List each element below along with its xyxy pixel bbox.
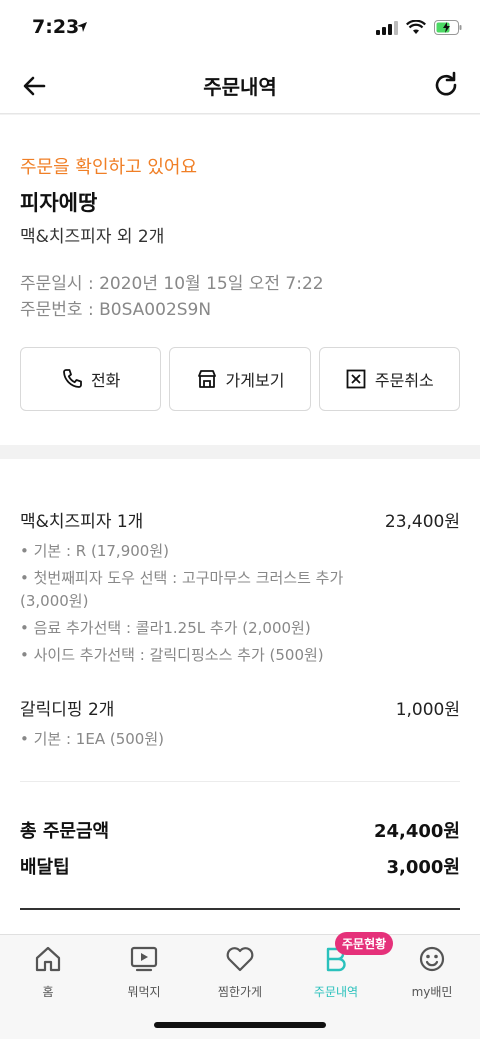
tab-label: 홈 [42,985,54,999]
home-icon [35,946,61,972]
status-time: 7:23 [32,16,80,38]
cellular-signal-icon [376,20,398,35]
cancel-order-button[interactable]: 주문취소 [318,347,460,411]
cancel-box-icon [346,369,366,389]
cancel-order-button-label: 주문취소 [374,371,434,390]
tab-my-baemin[interactable]: my배민 [384,943,480,1000]
location-arrow-icon [77,22,87,32]
totals-separator [20,781,460,782]
status-icons [376,20,462,35]
tab-home[interactable]: 홈 [0,943,96,1000]
order-meta: 주문일시 : 2020년 10월 15일 오전 7:22 주문번호 : B0SA… [20,271,324,323]
tab-what-to-eat[interactable]: 뭐먹지 [96,943,192,1000]
smile-icon [419,946,445,972]
item-name: 맥&치즈피자 1개 [20,512,144,532]
order-datetime: 주문일시 : 2020년 10월 15일 오전 7:22 [20,274,324,294]
order-total-label: 총 주문금액 [20,821,110,842]
item-name: 갈릭디핑 2개 [20,700,115,720]
tab-favorites[interactable]: 찜한가게 [192,943,288,1000]
delivery-tip-row: 배달팁 3,000원 [20,853,460,879]
tab-label: 뭐먹지 [127,985,161,999]
status-bar: 7:23 [0,0,480,56]
play-icon [130,946,158,972]
item-options: • 기본 : 1EA (500원) [20,726,460,753]
call-button-label: 전화 [90,371,121,390]
order-status-badge[interactable]: 주문현황 [335,932,394,955]
bottom-divider [20,908,460,910]
tab-label: 찜한가게 [217,985,263,999]
section-divider [0,445,480,459]
order-items-summary: 맥&치즈피자 외 2개 [20,227,165,247]
item-price: 23,400원 [384,512,460,532]
wifi-icon [406,20,426,34]
item-options: • 기본 : R (17,900원) • 첫번째피자 도우 선택 : 고구마무스… [20,538,460,669]
order-item: 맥&치즈피자 1개 23,400원 • 기본 : R (17,900원) • 첫… [20,507,460,669]
page-title: 주문내역 [203,75,277,99]
tab-label: my배민 [411,985,453,999]
item-option: • 첫번째피자 도우 선택 : 고구마무스 크러스트 추가 (3,000원) [20,569,344,610]
order-total-value: 24,400원 [373,821,460,842]
phone-icon [63,369,82,388]
battery-charging-icon [434,20,462,35]
refresh-icon[interactable] [432,71,460,99]
delivery-tip-value: 3,000원 [386,857,461,878]
delivery-tip-label: 배달팁 [20,857,70,878]
order-status-message: 주문을 확인하고 있어요 [20,157,198,178]
item-option: • 음료 추가선택 : 콜라1.25L 추가 (2,000원) [20,619,311,637]
call-button[interactable]: 전화 [20,347,162,411]
order-actions: 전화 가게보기 주문취소 [20,347,460,411]
nav-bar: 주문내역 [0,56,480,114]
item-option: • 기본 : 1EA (500원) [20,730,164,748]
order-item: 갈릭디핑 2개 1,000원 • 기본 : 1EA (500원) [20,695,460,753]
heart-icon [226,947,254,972]
order-number: 주문번호 : B0SA002S9N [20,300,212,320]
order-total-row: 총 주문금액 24,400원 [20,817,460,843]
order-detail: 맥&치즈피자 1개 23,400원 • 기본 : R (17,900원) • 첫… [0,459,480,934]
tab-label: 주문내역 [313,985,359,999]
item-option: • 기본 : R (17,900원) [20,542,169,560]
view-store-button[interactable]: 가게보기 [169,347,311,411]
item-option: • 사이드 추가선택 : 갈릭디핑소스 추가 (500원) [20,646,324,664]
home-indicator [154,1022,326,1028]
item-price: 1,000원 [395,700,460,720]
store-name: 피자에땅 [20,191,98,215]
order-summary-card: 주문을 확인하고 있어요 피자에땅 맥&치즈피자 외 2개 주문일시 : 202… [0,115,480,445]
store-icon [197,370,216,388]
view-store-button-label: 가게보기 [225,371,285,390]
